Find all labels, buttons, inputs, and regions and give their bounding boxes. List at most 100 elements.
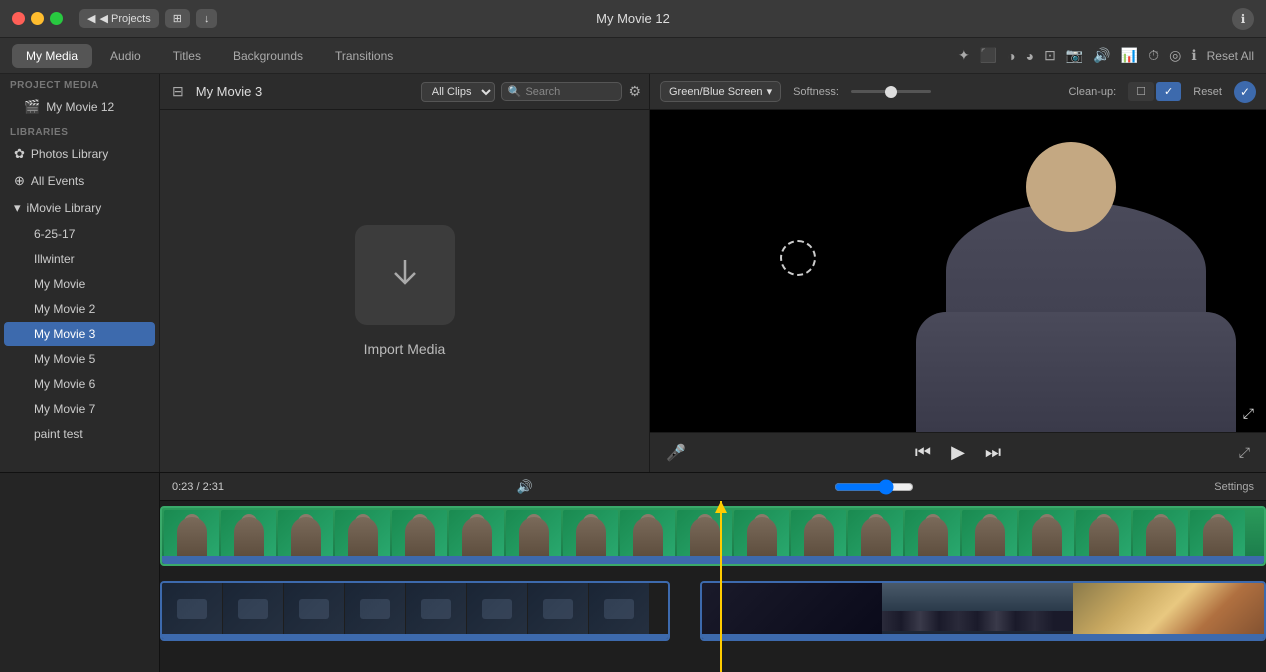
tab-titles[interactable]: Titles: [159, 44, 215, 68]
sidebar-item-my-movie-6[interactable]: My Movie 6: [4, 372, 155, 396]
dark-segment: [702, 583, 882, 639]
toolbar-right: ✦ ⬛ ◑ ◕ ⊡ 📷 🔊 📊 ⏱ ◎ ℹ Reset All: [958, 47, 1254, 64]
film-frame: [734, 510, 789, 562]
grid-icon: ⊞: [173, 12, 182, 25]
softness-slider[interactable]: [851, 90, 931, 93]
projects-button[interactable]: ◀ ◀ Projects: [79, 9, 159, 28]
playhead[interactable]: [720, 501, 722, 672]
close-button[interactable]: [12, 12, 25, 25]
import-area: Import Media: [160, 110, 649, 472]
skip-forward-button[interactable]: ⏭: [985, 442, 1001, 463]
film-frame: [677, 510, 732, 562]
sidebar-item-my-movie-7[interactable]: My Movie 7: [4, 397, 155, 421]
playback-controls: 🎤 ⏮ ▶ ⏭ ⤢: [650, 432, 1266, 472]
info-panel-icon[interactable]: ℹ: [1191, 47, 1196, 64]
transform-icon[interactable]: ⊡: [1044, 47, 1056, 64]
sidebar-item-6-25-17[interactable]: 6-25-17: [4, 222, 155, 246]
presenter-shoulders: [916, 312, 1236, 432]
cleanup-off-button[interactable]: ☐: [1128, 82, 1154, 101]
sidebar-item-illwinter[interactable]: Illwinter: [4, 247, 155, 271]
magic-wand-icon[interactable]: ✦: [958, 47, 970, 64]
film-frame: [1019, 510, 1074, 562]
info-icon: ℹ: [1241, 12, 1246, 26]
fullscreen-expand-button[interactable]: ⤢: [1239, 403, 1258, 424]
maximize-button[interactable]: [50, 12, 63, 25]
preview-panel: Green/Blue Screen ▾ Softness: Clean-up: …: [650, 74, 1266, 472]
speed-icon[interactable]: ⏱: [1148, 47, 1159, 64]
import-media-button[interactable]: [355, 225, 455, 325]
grid-view-button[interactable]: ⊞: [165, 9, 190, 28]
sidebar-item-photos[interactable]: ✿ Photos Library: [4, 141, 155, 167]
download-button[interactable]: ↓: [196, 9, 218, 28]
film-frame: [1190, 510, 1245, 562]
secondary-track-left[interactable]: [160, 581, 670, 641]
tab-transitions[interactable]: Transitions: [321, 44, 407, 68]
sidebar-item-project[interactable]: 🎬 My Movie 12: [4, 94, 155, 120]
presenter-head: [1026, 142, 1116, 232]
reset-all-button[interactable]: Reset All: [1207, 49, 1254, 63]
sidebar-item-paint-test[interactable]: paint test: [4, 422, 155, 446]
reset-button[interactable]: Reset: [1193, 86, 1222, 98]
film-frame: [506, 510, 561, 562]
sidebar-item-my-movie[interactable]: My Movie: [4, 272, 155, 296]
sidebar: PROJECT MEDIA 🎬 My Movie 12 LIBRARIES ✿ …: [0, 74, 160, 472]
crop-icon[interactable]: ⬛: [980, 47, 997, 64]
secondary-track-right[interactable]: [700, 581, 1266, 641]
tab-my-media[interactable]: My Media: [12, 44, 92, 68]
film-frame: [563, 510, 618, 562]
add-icon: ⊕: [14, 173, 25, 189]
scifi-frame: [284, 583, 344, 635]
film-frame: [278, 510, 333, 562]
film-frame: [1133, 510, 1188, 562]
sidebar-item-my-movie-2[interactable]: My Movie 2: [4, 297, 155, 321]
film-frame: [164, 510, 219, 562]
tab-backgrounds[interactable]: Backgrounds: [219, 44, 317, 68]
sky-segment: [1073, 583, 1264, 639]
color-wheel-icon[interactable]: ◕: [1026, 48, 1034, 64]
chevron-down-icon: ▾: [767, 85, 773, 98]
keying-effect-select[interactable]: Green/Blue Screen ▾: [660, 81, 781, 102]
sidebar-item-all-events[interactable]: ⊕ All Events: [4, 168, 155, 194]
chevron-down-icon: ▾: [14, 200, 21, 216]
film-frame: [221, 510, 276, 562]
film-frame: [848, 510, 903, 562]
scifi-frame: [162, 583, 222, 635]
cleanup-on-button[interactable]: ✓: [1156, 82, 1181, 101]
track-selection-bar: [162, 556, 1264, 564]
gear-button[interactable]: ⚙: [628, 83, 641, 100]
timeline-zoom-slider[interactable]: [834, 479, 914, 495]
primary-track-inner[interactable]: [160, 506, 1266, 566]
chevron-left-icon: ◀: [87, 12, 95, 25]
film-frame: [449, 510, 504, 562]
sidebar-item-my-movie-5[interactable]: My Movie 5: [4, 347, 155, 371]
projects-label: ◀ Projects: [99, 12, 150, 25]
window-title: My Movie 12: [596, 11, 670, 26]
equalizer-icon[interactable]: 📊: [1121, 47, 1138, 64]
selection-circle: [780, 240, 816, 276]
search-input[interactable]: [525, 86, 615, 98]
info-button[interactable]: ℹ: [1232, 8, 1254, 30]
scifi-frame: [467, 583, 527, 635]
softness-label: Softness:: [793, 86, 839, 98]
camera-icon[interactable]: 📷: [1066, 47, 1083, 64]
play-button[interactable]: ▶: [951, 442, 965, 463]
apply-check-icon[interactable]: ✓: [1234, 81, 1256, 103]
filter-icon[interactable]: ◎: [1169, 47, 1181, 64]
minimize-button[interactable]: [31, 12, 44, 25]
scifi-frame: [223, 583, 283, 635]
panel-toggle-button[interactable]: ⊟: [168, 81, 188, 102]
skip-back-button[interactable]: ⏮: [915, 442, 931, 463]
tab-audio[interactable]: Audio: [96, 44, 155, 68]
scifi-frame: [528, 583, 588, 635]
clips-filter-select[interactable]: All Clips: [421, 82, 495, 102]
microphone-button[interactable]: 🎤: [666, 443, 686, 463]
audio-icon[interactable]: 🔊: [1093, 47, 1110, 64]
sidebar-item-imovie-library[interactable]: ▾ iMovie Library: [4, 195, 155, 221]
timeline-settings-button[interactable]: Settings: [1214, 481, 1254, 493]
search-box: 🔍: [501, 82, 623, 101]
film-frame: [791, 510, 846, 562]
color-correction-icon[interactable]: ◑: [1007, 48, 1015, 64]
sidebar-item-my-movie-3[interactable]: My Movie 3: [4, 322, 155, 346]
track-selection-bar: [702, 634, 1264, 639]
fullscreen-button[interactable]: ⤢: [1239, 444, 1250, 461]
